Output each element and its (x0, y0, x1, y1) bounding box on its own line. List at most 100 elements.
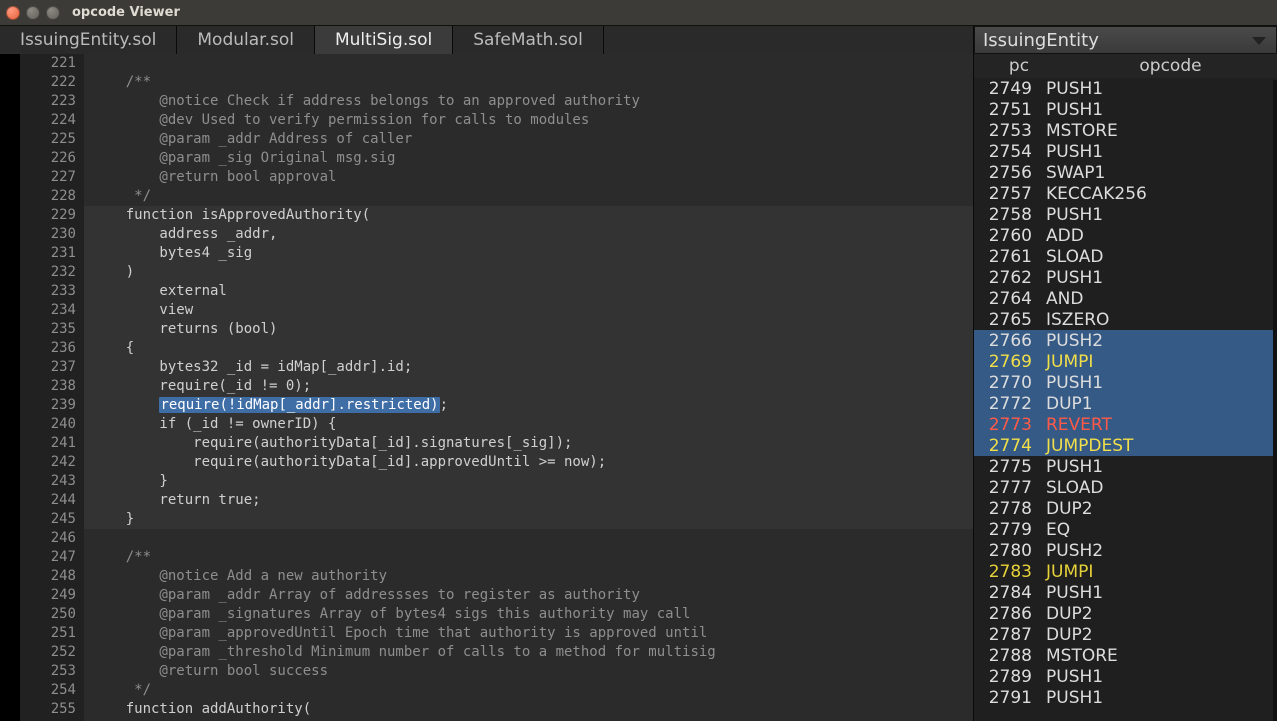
opcode-row[interactable]: 2775PUSH1 (974, 456, 1277, 477)
opcode-name: SLOAD (1046, 478, 1277, 498)
code-line[interactable]: @param _addr Array of addressses to regi… (92, 586, 973, 605)
window-minimize-button[interactable] (26, 6, 40, 20)
opcode-pc: 2787 (974, 625, 1046, 645)
opcode-row[interactable]: 2757KECCAK256 (974, 183, 1277, 204)
code-line[interactable]: bytes4 _sig (92, 244, 973, 263)
file-tab[interactable]: SafeMath.sol (453, 26, 604, 54)
file-tab[interactable]: MultiSig.sol (315, 26, 453, 54)
code-line[interactable]: @dev Used to verify permission for calls… (92, 111, 973, 130)
code-line[interactable]: require(authorityData[_id].signatures[_s… (92, 434, 973, 453)
opcode-scrollbar[interactable] (1273, 80, 1277, 721)
code-editor[interactable]: 2212222232242252262272282292302312322332… (0, 54, 973, 721)
code-line[interactable] (92, 54, 973, 73)
code-area[interactable]: /** @notice Check if address belongs to … (84, 54, 973, 721)
opcode-row[interactable]: 2770PUSH1 (974, 372, 1277, 393)
opcode-name: JUMPI (1046, 352, 1277, 372)
code-line[interactable]: view (92, 301, 973, 320)
line-number: 239 (20, 396, 76, 415)
opcode-row[interactable]: 2756SWAP1 (974, 162, 1277, 183)
opcode-pc: 2779 (974, 520, 1046, 540)
code-line[interactable]: @notice Check if address belongs to an a… (92, 92, 973, 111)
code-line[interactable]: /** (92, 73, 973, 92)
code-line[interactable]: @return bool success (92, 662, 973, 681)
opcode-row[interactable]: 2762PUSH1 (974, 267, 1277, 288)
opcode-row[interactable]: 2751PUSH1 (974, 99, 1277, 120)
opcode-row[interactable]: 2769JUMPI (974, 351, 1277, 372)
code-line[interactable]: function isApprovedAuthority( (92, 206, 973, 225)
opcode-row[interactable]: 2778DUP2 (974, 498, 1277, 519)
opcode-row[interactable]: 2749PUSH1 (974, 78, 1277, 99)
opcode-row[interactable]: 2764AND (974, 288, 1277, 309)
code-line[interactable]: */ (92, 681, 973, 700)
code-line[interactable]: require(_id != 0); (92, 377, 973, 396)
opcode-row[interactable]: 2772DUP1 (974, 393, 1277, 414)
opcode-list[interactable]: 2749PUSH12751PUSH12753MSTORE2754PUSH1275… (974, 78, 1277, 721)
code-line[interactable]: require(!idMap[_addr].restricted); (92, 396, 973, 415)
opcode-row[interactable]: 2784PUSH1 (974, 582, 1277, 603)
contract-selector[interactable]: IssuingEntity (974, 26, 1277, 54)
opcode-pc: 2773 (974, 415, 1046, 435)
opcode-row[interactable]: 2753MSTORE (974, 120, 1277, 141)
editor-margin (0, 54, 20, 721)
opcode-row[interactable]: 2761SLOAD (974, 246, 1277, 267)
line-number: 251 (20, 624, 76, 643)
code-line[interactable]: require(authorityData[_id].approvedUntil… (92, 453, 973, 472)
code-line[interactable]: } (92, 472, 973, 491)
opcode-row[interactable]: 2780PUSH2 (974, 540, 1277, 561)
code-line[interactable]: @param _approvedUntil Epoch time that au… (92, 624, 973, 643)
code-line[interactable] (92, 529, 973, 548)
code-line[interactable]: @param _signatures Array of bytes4 sigs … (92, 605, 973, 624)
opcode-table-header: pc opcode (974, 54, 1277, 78)
code-line[interactable]: /** (92, 548, 973, 567)
chevron-down-icon (1250, 30, 1268, 51)
opcode-name: PUSH1 (1046, 373, 1277, 393)
line-number: 252 (20, 643, 76, 662)
line-number: 228 (20, 187, 76, 206)
opcode-row[interactable]: 2765ISZERO (974, 309, 1277, 330)
code-line[interactable]: ) (92, 263, 973, 282)
code-line[interactable]: @param _addr Address of caller (92, 130, 973, 149)
opcode-row[interactable]: 2774JUMPDEST (974, 435, 1277, 456)
code-line[interactable]: address _addr, (92, 225, 973, 244)
line-number: 222 (20, 73, 76, 92)
opcode-row[interactable]: 2777SLOAD (974, 477, 1277, 498)
opcode-row[interactable]: 2754PUSH1 (974, 141, 1277, 162)
opcode-row[interactable]: 2760ADD (974, 225, 1277, 246)
window-maximize-button[interactable] (46, 6, 60, 20)
window-close-button[interactable] (6, 6, 20, 20)
opcode-row[interactable]: 2773REVERT (974, 414, 1277, 435)
opcode-row[interactable]: 2758PUSH1 (974, 204, 1277, 225)
opcode-name: JUMPDEST (1046, 436, 1277, 456)
code-line[interactable]: @return bool approval (92, 168, 973, 187)
code-selection: require(!idMap[_addr].restricted) (159, 397, 439, 413)
opcode-row[interactable]: 2786DUP2 (974, 603, 1277, 624)
opcode-row[interactable]: 2789PUSH1 (974, 666, 1277, 687)
line-number: 244 (20, 491, 76, 510)
line-number: 247 (20, 548, 76, 567)
opcode-row[interactable]: 2791PUSH1 (974, 687, 1277, 708)
opcode-row[interactable]: 2788MSTORE (974, 645, 1277, 666)
code-line[interactable]: external (92, 282, 973, 301)
code-line[interactable]: { (92, 339, 973, 358)
opcode-pc: 2764 (974, 289, 1046, 309)
opcode-pc: 2784 (974, 583, 1046, 603)
code-line[interactable]: @notice Add a new authority (92, 567, 973, 586)
opcode-name: DUP2 (1046, 499, 1277, 519)
line-number: 221 (20, 54, 76, 73)
code-line[interactable]: } (92, 510, 973, 529)
code-line[interactable]: return true; (92, 491, 973, 510)
opcode-row[interactable]: 2787DUP2 (974, 624, 1277, 645)
opcode-row[interactable]: 2766PUSH2 (974, 330, 1277, 351)
code-line[interactable]: if (_id != ownerID) { (92, 415, 973, 434)
code-line[interactable]: bytes32 _id = idMap[_addr].id; (92, 358, 973, 377)
opcode-row[interactable]: 2783JUMPI (974, 561, 1277, 582)
code-line[interactable]: function addAuthority( (92, 700, 973, 719)
code-line[interactable]: returns (bool) (92, 320, 973, 339)
file-tab[interactable]: Modular.sol (177, 26, 315, 54)
opcode-row[interactable]: 2779EQ (974, 519, 1277, 540)
file-tab[interactable]: IssuingEntity.sol (0, 26, 177, 54)
code-line[interactable]: */ (92, 187, 973, 206)
opcode-pc: 2772 (974, 394, 1046, 414)
code-line[interactable]: @param _threshold Minimum number of call… (92, 643, 973, 662)
code-line[interactable]: @param _sig Original msg.sig (92, 149, 973, 168)
